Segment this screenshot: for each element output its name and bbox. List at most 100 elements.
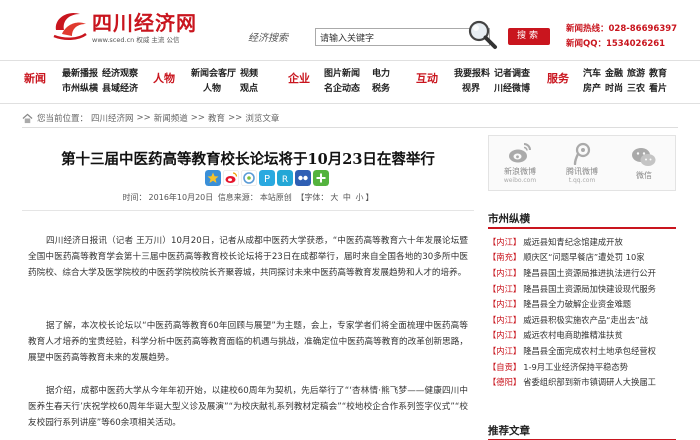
news-region-tag: 【内江】 xyxy=(488,314,522,325)
font-size-end: 】 xyxy=(365,193,374,202)
tencent-weibo-icon[interactable] xyxy=(241,170,257,186)
nav-category-people[interactable]: 人物 xyxy=(153,70,175,86)
news-headline[interactable]: 威远农村电商助推精准扶贫 xyxy=(523,329,623,341)
news-region-tag: 【内江】 xyxy=(488,236,522,247)
nav-link[interactable]: 房产 xyxy=(583,82,601,97)
nav-link[interactable]: 名企动态 xyxy=(324,82,360,97)
article: 第十三届中医药高等教育校长论坛将于10月23日在蓉举行 P R 时间： 2016年… xyxy=(22,130,474,440)
nav-link[interactable]: 川经微博 xyxy=(494,82,530,97)
breadcrumb: 您当前位置： 四川经济网 >> 新闻频道 >> 教育 >> 浏览文章 xyxy=(22,110,282,126)
news-headline[interactable]: 威远县知青纪念馆建成开放 xyxy=(523,236,623,248)
news-headline[interactable]: 隆昌县全面完成农村土地承包经营权 xyxy=(523,345,656,357)
list-item[interactable]: 【德阳】 省委组织部到新市镇调研人大换届工 xyxy=(488,374,676,390)
douban-icon[interactable]: P xyxy=(259,170,275,186)
news-headline[interactable]: 省委组织部到新市镇调研人大换届工 xyxy=(523,376,656,388)
regional-news-list: 【内江】 威远县知青纪念馆建成开放 【南充】 顺庆区“问题早餐店”遭处罚 10家 【… xyxy=(488,234,676,390)
social-label: 新浪微博 xyxy=(504,167,536,176)
sina-weibo-link[interactable]: 新浪微博 weibo.com xyxy=(492,141,548,185)
hotlines: 新闻热线：028-86696397 新闻QQ：1534026261 xyxy=(566,22,700,52)
news-hotline: 新闻热线：028-86696397 xyxy=(566,24,678,34)
list-item[interactable]: 【自贡】 1-9月工业经济保持平稳态势 xyxy=(488,359,676,375)
site-tagline: www.sced.cn 权威 主流 公信 xyxy=(92,36,180,44)
news-headline[interactable]: 隆昌县国土资源局加快建设现代服务 xyxy=(523,283,656,295)
font-size-small[interactable]: 小 xyxy=(355,193,363,202)
sohu-icon[interactable] xyxy=(295,170,311,186)
nav-link[interactable]: 我要报料 xyxy=(454,67,490,82)
news-headline[interactable]: 隆昌县国土资源局推进执法进行公开 xyxy=(523,267,656,279)
nav-link[interactable]: 图片新闻 xyxy=(324,67,360,82)
breadcrumb-item[interactable]: 教育 xyxy=(208,112,225,124)
list-item[interactable]: 【南充】 顺庆区“问题早餐店”遭处罚 10家 xyxy=(488,250,676,266)
nav-category-interact[interactable]: 互动 xyxy=(416,70,438,86)
search-input[interactable] xyxy=(315,28,490,46)
nav-link[interactable]: 市州纵横 xyxy=(62,82,98,97)
nav-category-enterprise[interactable]: 企业 xyxy=(288,70,310,86)
list-item[interactable]: 【内江】 威远农村电商助推精准扶贫 xyxy=(488,328,676,344)
breadcrumb-item[interactable]: 新闻频道 xyxy=(154,112,188,124)
news-region-tag: 【内江】 xyxy=(488,267,522,278)
more-share-icon[interactable] xyxy=(313,170,329,186)
news-region-tag: 【德阳】 xyxy=(488,377,522,388)
list-item[interactable]: 【内江】 隆昌县全面完成农村土地承包经营权 xyxy=(488,343,676,359)
search-button[interactable]: 搜索 xyxy=(508,28,550,45)
tencent-weibo-icon xyxy=(573,142,591,165)
list-item[interactable]: 【内江】 隆昌县国土资源局推进执法进行公开 xyxy=(488,265,676,281)
nav-category-service[interactable]: 服务 xyxy=(547,70,569,86)
list-item[interactable]: 【内江】 隆昌县全力破解企业资金难题 xyxy=(488,296,676,312)
article-meta: 时间： 2016年10月20日 信息来源： 本站原创 【字体：大 中 小】 xyxy=(22,192,474,203)
tencent-weibo-link[interactable]: 腾讯微博 t.qq.com xyxy=(554,141,610,185)
list-item[interactable]: 【内江】 威远县知青纪念馆建成开放 xyxy=(488,234,676,250)
news-headline[interactable]: 威远县积极实施农产品“走出去”战 xyxy=(523,314,648,326)
renren-icon[interactable]: R xyxy=(277,170,293,186)
section-title-recommended: 推荐文章 xyxy=(488,423,676,440)
nav-link[interactable]: 教育 xyxy=(649,67,667,82)
nav-link[interactable]: 经济观察 xyxy=(102,67,138,82)
news-headline[interactable]: 隆昌县全力破解企业资金难题 xyxy=(523,298,631,310)
breadcrumb-item: 浏览文章 xyxy=(245,114,280,124)
nav-link[interactable]: 观点 xyxy=(240,82,258,97)
source-label: 信息来源： xyxy=(217,193,258,202)
nav-link[interactable]: 人物 xyxy=(191,82,236,97)
nav-link[interactable]: 记者调查 xyxy=(494,67,530,82)
nav-link[interactable]: 县域经济 xyxy=(102,82,138,97)
magnifier-icon xyxy=(468,20,497,49)
breadcrumb-item[interactable]: 四川经济网 xyxy=(91,112,134,124)
nav-link[interactable]: 税务 xyxy=(364,82,390,97)
font-size-medium[interactable]: 中 xyxy=(343,193,351,202)
news-region-tag: 【内江】 xyxy=(488,330,522,341)
sina-weibo-icon xyxy=(509,143,531,163)
site-logo[interactable]: 四川经济网 www.sced.cn 权威 主流 公信 xyxy=(50,4,210,50)
breadcrumb-divider xyxy=(22,127,678,128)
social-label: 微信 xyxy=(636,171,652,180)
nav-link[interactable]: 新闻会客厅 xyxy=(191,67,236,82)
section-title-regions: 市州纵横 xyxy=(488,211,676,229)
news-headline[interactable]: 1-9月工业经济保持平稳态势 xyxy=(523,361,628,373)
nav-link[interactable]: 汽车 xyxy=(583,67,601,82)
nav-link[interactable]: 最新播报 xyxy=(62,67,98,82)
sichuan-logo-icon xyxy=(53,12,87,40)
social-label: 腾讯微博 xyxy=(566,167,598,176)
nav-link[interactable]: 三农 xyxy=(627,82,645,97)
nav-link[interactable]: 电力 xyxy=(364,67,390,82)
nav-link[interactable]: 旅游 xyxy=(627,67,645,82)
list-item[interactable]: 【内江】 威远县积极实施农产品“走出去”战 xyxy=(488,312,676,328)
wechat-link[interactable]: 微信 xyxy=(616,145,672,181)
weibo-icon[interactable] xyxy=(223,170,239,186)
publish-time: 2016年10月20日 xyxy=(148,193,214,202)
svg-text:P: P xyxy=(264,174,270,185)
qzone-star-icon[interactable] xyxy=(205,170,221,186)
breadcrumb-separator: >> xyxy=(228,113,243,123)
font-size-large[interactable]: 大 xyxy=(330,193,338,202)
svg-text:R: R xyxy=(282,175,288,185)
nav-link[interactable]: 时尚 xyxy=(605,82,623,97)
nav-link[interactable]: 金融 xyxy=(605,67,623,82)
nav-category-news[interactable]: 新闻 xyxy=(24,70,46,86)
news-headline[interactable]: 顺庆区“问题早餐店”遭处罚 10家 xyxy=(523,251,644,263)
list-item[interactable]: 【内江】 隆昌县国土资源局加快建设现代服务 xyxy=(488,281,676,297)
site-header: 四川经济网 www.sced.cn 权威 主流 公信 经济搜索 搜索 新闻热线：… xyxy=(0,0,700,58)
nav-link[interactable]: 视界 xyxy=(454,82,490,97)
article-paragraph: 四川经济日报讯（记者 王万川）10月20日，记者从成都中医药大学获悉，“中医药高… xyxy=(28,236,468,278)
nav-link[interactable]: 看片 xyxy=(649,82,667,97)
home-icon xyxy=(22,113,33,123)
nav-link[interactable]: 视频 xyxy=(240,67,258,82)
